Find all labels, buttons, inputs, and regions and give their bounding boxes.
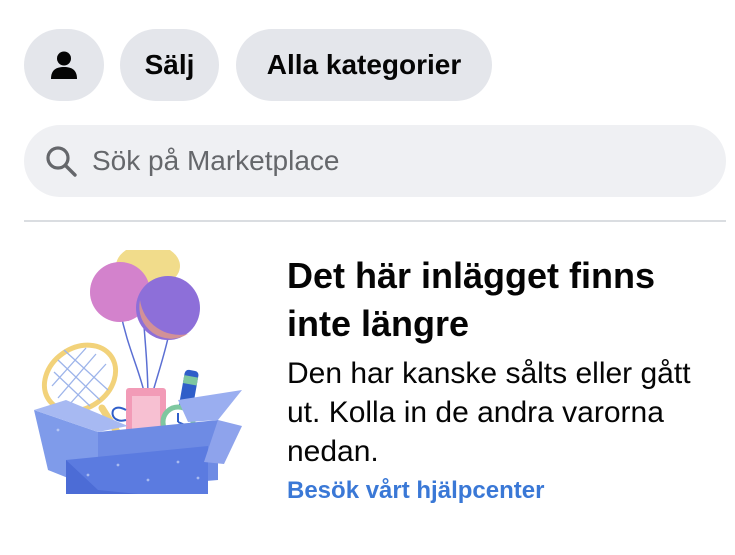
search-icon [46,146,77,177]
notice-title: Det här inlägget finns inte längre [287,255,656,344]
all-categories-label: Alla kategorier [266,49,462,80]
search-bar[interactable] [24,125,726,197]
help-center-link[interactable]: Besök vårt hjälpcenter [287,477,717,505]
sell-button-label: Sälj [144,49,195,80]
all-categories-button[interactable]: Alla kategorier [236,29,492,101]
divider [24,220,726,222]
person-icon [51,51,77,79]
profile-button[interactable] [24,29,104,101]
gift-box-illustration [34,250,242,494]
sell-button[interactable]: Sälj [120,29,219,101]
notice-body: Den har kanske sålts eller gått ut. Koll… [287,357,691,468]
search-input[interactable] [90,144,694,178]
notice-content: Det här inlägget finns inte längre Den h… [287,252,717,505]
